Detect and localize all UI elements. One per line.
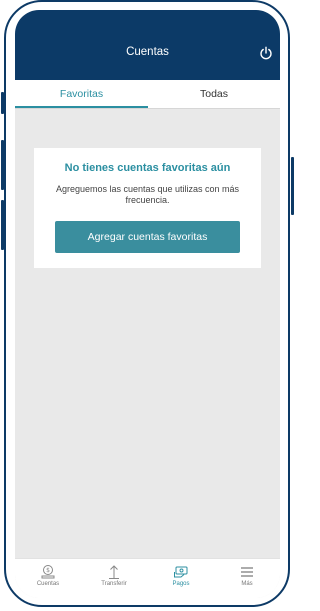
favorites-content: No tienes cuentas favoritas aún Agreguem…: [15, 109, 280, 558]
svg-text:$: $: [46, 567, 50, 574]
phone-side-button: [1, 200, 4, 250]
empty-state-card: No tienes cuentas favoritas aún Agreguem…: [34, 148, 261, 268]
nav-label: Cuentas: [36, 581, 60, 587]
phone-side-button: [291, 157, 294, 215]
nav-label: Más: [241, 581, 253, 587]
empty-state-message: Agreguemos las cuentas que utilizas con …: [55, 184, 240, 205]
menu-icon: [241, 567, 253, 577]
app-header: Cuentas: [15, 10, 280, 80]
add-favorite-accounts-button[interactable]: Agregar cuentas favoritas: [55, 221, 240, 253]
bottom-nav: $ Cuentas Transferir Pagos Más: [15, 558, 280, 598]
page-title: Cuentas: [126, 46, 169, 58]
phone-side-button: [1, 92, 4, 114]
nav-item-pagos[interactable]: Pagos: [148, 559, 214, 598]
tab-todas[interactable]: Todas: [148, 80, 280, 108]
app-screen: Cuentas Favoritas Todas No tienes cuenta…: [15, 10, 280, 598]
power-icon[interactable]: [259, 46, 273, 60]
tab-favoritas[interactable]: Favoritas: [15, 80, 148, 108]
transfer-icon: [109, 565, 119, 579]
nav-label: Transferir: [101, 581, 127, 587]
nav-item-transferir[interactable]: Transferir: [81, 559, 147, 598]
tab-bar: Favoritas Todas: [15, 80, 280, 109]
payments-icon: [174, 566, 188, 578]
active-tab-indicator: [15, 106, 148, 108]
empty-state-title: No tienes cuentas favoritas aún: [64, 162, 231, 174]
phone-side-button: [1, 140, 4, 190]
nav-label: Pagos: [172, 581, 190, 587]
nav-item-cuentas[interactable]: $ Cuentas: [15, 559, 81, 598]
nav-item-mas[interactable]: Más: [214, 559, 280, 598]
bank-account-icon: $: [41, 565, 55, 579]
